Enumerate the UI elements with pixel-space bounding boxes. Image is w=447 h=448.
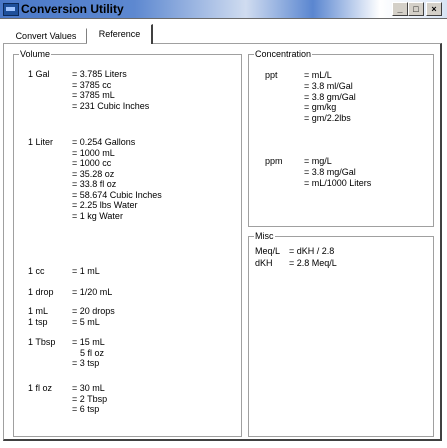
concentration-row-value: = gm/2.2lbs xyxy=(304,113,351,124)
volume-row-value: = 15 mL xyxy=(72,337,105,347)
volume-row-value: = 1000 mL xyxy=(72,147,115,158)
volume-row-value: = 1 mL xyxy=(72,266,100,276)
app-icon xyxy=(3,3,19,16)
concentration-row-value: = gm/kg xyxy=(304,102,337,113)
concentration-row-value: = mL/L xyxy=(304,70,332,80)
window-title: Conversion Utility xyxy=(21,2,124,16)
volume-row-value: 5 fl oz xyxy=(80,347,105,358)
volume-row-label: 1 drop xyxy=(28,287,54,297)
misc-group: Misc Meq/L = dKH / 2.8 dKH = 2.8 Meq/L xyxy=(248,231,434,437)
volume-row-value: = 2.25 lbs Water xyxy=(72,200,138,210)
volume-row-value: = 5 mL xyxy=(72,317,100,327)
misc-group-title: Misc xyxy=(254,231,275,242)
volume-row-value: = 1 kg Water xyxy=(72,210,123,221)
volume-row-value: = 3 tsp xyxy=(72,358,100,368)
volume-group: Volume 1 Gal = 3.785 Liters = 3785 cc = 378… xyxy=(13,49,242,437)
volume-row-label: 1 Liter xyxy=(28,137,54,147)
volume-row-value: = 231 Cubic Inches xyxy=(72,100,150,111)
volume-row-label: 1 Gal xyxy=(28,69,50,79)
maximize-button[interactable]: □ xyxy=(408,2,424,16)
misc-row-label: Meq/L xyxy=(255,246,281,256)
volume-row-value: = 1000 cc xyxy=(72,158,112,168)
minimize-button[interactable]: _ xyxy=(392,2,408,16)
volume-row-value: = 3.785 Liters xyxy=(72,69,127,79)
concentration-row-label: ppt xyxy=(265,70,278,80)
volume-row-label: 1 tsp xyxy=(28,317,48,327)
title-bar[interactable]: Conversion Utility _ □ × xyxy=(0,0,447,19)
volume-row-value: = 2 Tbsp xyxy=(72,393,108,404)
volume-row-value: = 35.28 oz xyxy=(72,168,115,179)
concentration-row-value: = mL/1000 Liters xyxy=(304,177,372,188)
volume-row-value: = 30 mL xyxy=(72,383,105,393)
volume-row-value: = 0.254 Gallons xyxy=(72,137,136,147)
volume-row-value: = 20 drops xyxy=(72,306,115,316)
concentration-row-value: = 3.8 mg/Gal xyxy=(304,166,356,177)
concentration-group-title: Concentration xyxy=(254,49,313,60)
misc-row-value: = dKH / 2.8 xyxy=(289,246,335,256)
volume-row-value: = 33.8 fl oz xyxy=(72,179,117,189)
misc-row-value: = 2.8 Meq/L xyxy=(289,258,337,268)
volume-row-label: 1 Tbsp xyxy=(28,337,56,347)
concentration-group: Concentration ppt = mL/L = 3.8 ml/Gal = 3.8… xyxy=(248,49,434,227)
volume-row-value: = 58.674 Cubic Inches xyxy=(72,189,162,200)
volume-row-value: = 6 tsp xyxy=(72,404,100,414)
volume-row-value: = 1/20 mL xyxy=(72,287,113,297)
concentration-row-value: = 3.8 gm/Gal xyxy=(304,91,356,102)
volume-row-label: 1 fl oz xyxy=(28,383,53,393)
volume-row-value: = 3785 cc xyxy=(72,79,112,90)
volume-group-title: Volume xyxy=(19,49,52,60)
misc-row-label: dKH xyxy=(255,258,273,268)
close-button[interactable]: × xyxy=(426,2,442,16)
concentration-row-value: = mg/L xyxy=(304,156,332,166)
volume-row-label: 1 mL xyxy=(28,306,49,316)
volume-row-value: = 3785 mL xyxy=(72,90,115,100)
concentration-row-value: = 3.8 ml/Gal xyxy=(304,80,353,91)
volume-row-label: 1 cc xyxy=(28,266,45,276)
reference-panel: Volume 1 Gal = 3.785 Liters = 3785 cc = 378… xyxy=(3,43,442,441)
tab-reference[interactable]: Reference xyxy=(87,24,153,44)
concentration-row-label: ppm xyxy=(265,156,283,166)
tab-convert-values[interactable]: Convert Values xyxy=(5,28,87,43)
